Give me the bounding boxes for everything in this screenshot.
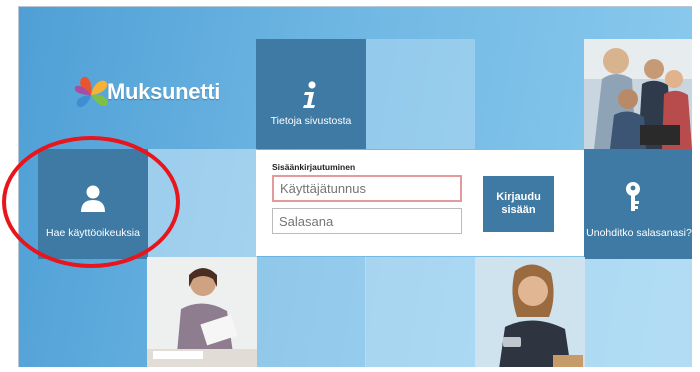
login-button[interactable]: Kirjaudu sisään	[483, 176, 554, 232]
decor-tile	[584, 257, 692, 367]
decor-tile	[147, 149, 257, 259]
login-button-line1: Kirjaudu	[496, 191, 541, 203]
apply-tile-label: Hae käyttöoikeuksia	[46, 227, 140, 239]
forgot-password-tile[interactable]: Unohditko salasanasi?	[584, 149, 692, 259]
key-icon	[626, 182, 640, 211]
logo-flower-icon	[74, 76, 108, 108]
brand-logo[interactable]: Muksunetti	[71, 73, 231, 113]
photo-woman-reading	[147, 257, 257, 367]
apply-access-tile[interactable]: Hae käyttöoikeuksia	[38, 149, 148, 259]
login-form: Sisäänkirjautuminen Kirjaudu sisään	[256, 150, 584, 256]
user-icon	[81, 185, 105, 212]
login-title: Sisäänkirjautuminen	[272, 162, 356, 172]
info-icon	[303, 81, 316, 108]
info-tile-label: Tietoja sivustosta	[270, 115, 352, 127]
login-button-line2: sisään	[501, 204, 536, 216]
username-input[interactable]	[272, 175, 462, 202]
photo-woman-phone	[475, 257, 585, 367]
brand-name: Muksunetti	[107, 79, 221, 104]
info-tile[interactable]: Tietoja sivustosta	[256, 39, 366, 149]
forgot-tile-label: Unohditko salasanasi?	[586, 227, 692, 239]
photo-students-laptop	[584, 39, 692, 149]
login-page: Muksunetti Tietoja sivustosta Hae käyttö…	[18, 6, 692, 367]
decor-tile	[365, 257, 475, 367]
password-input[interactable]	[272, 208, 462, 234]
decor-tile	[365, 39, 475, 149]
decor-tile	[256, 257, 366, 367]
